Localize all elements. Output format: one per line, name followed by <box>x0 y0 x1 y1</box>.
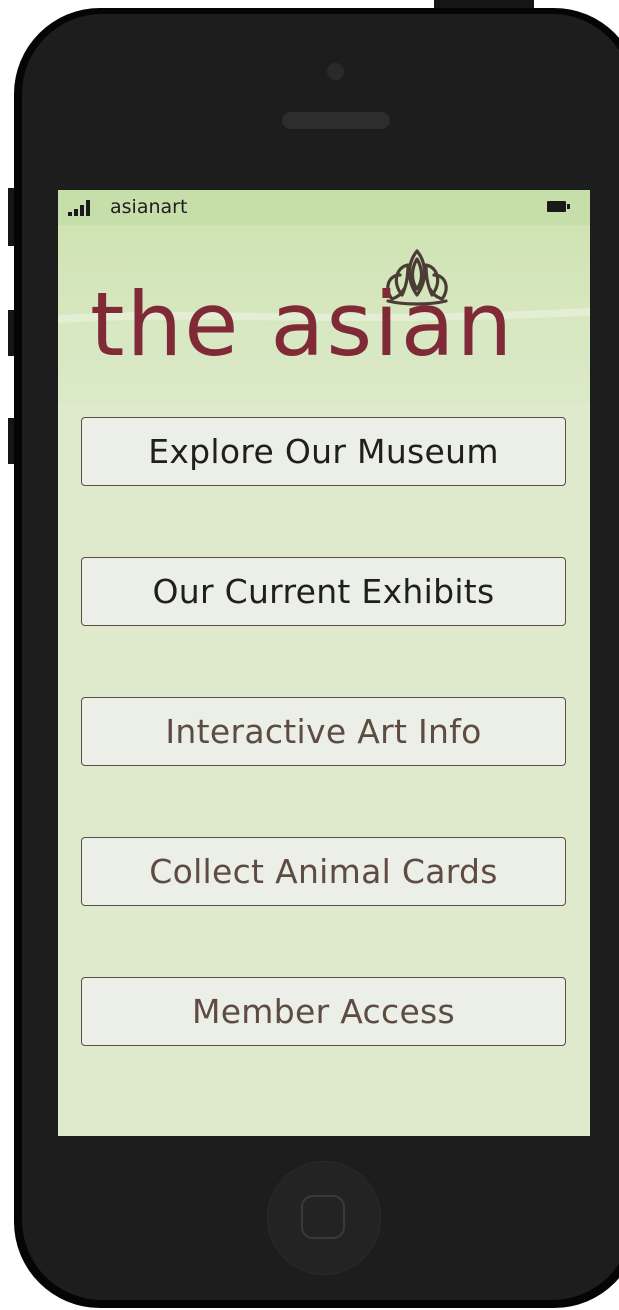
menu-button-explore-museum[interactable]: Explore Our Museum <box>81 417 566 486</box>
signal-bars-icon <box>68 200 102 216</box>
app-header: the asian <box>58 225 590 403</box>
menu-button-label: Interactive Art Info <box>165 712 482 751</box>
earpiece-speaker <box>282 112 390 129</box>
carrier-name: asianart <box>110 196 188 218</box>
battery-icon <box>547 201 570 212</box>
logo-text: the asian <box>90 273 515 376</box>
menu-button-interactive-art-info[interactable]: Interactive Art Info <box>81 697 566 766</box>
home-button[interactable] <box>267 1161 381 1275</box>
menu-button-current-exhibits[interactable]: Our Current Exhibits <box>81 557 566 626</box>
menu-button-label: Member Access <box>191 992 456 1031</box>
home-square-icon <box>301 1195 345 1239</box>
front-camera-icon <box>327 63 344 80</box>
menu-button-label: Collect Animal Cards <box>149 852 498 891</box>
status-bar: asianart <box>58 190 590 225</box>
menu-button-label: Explore Our Museum <box>148 432 499 471</box>
app-screen: asianart the asian Explore Our Museum Ou… <box>58 190 590 1136</box>
menu-button-collect-animal-cards[interactable]: Collect Animal Cards <box>81 837 566 906</box>
menu-button-label: Our Current Exhibits <box>152 572 495 611</box>
menu-button-member-access[interactable]: Member Access <box>81 977 566 1046</box>
